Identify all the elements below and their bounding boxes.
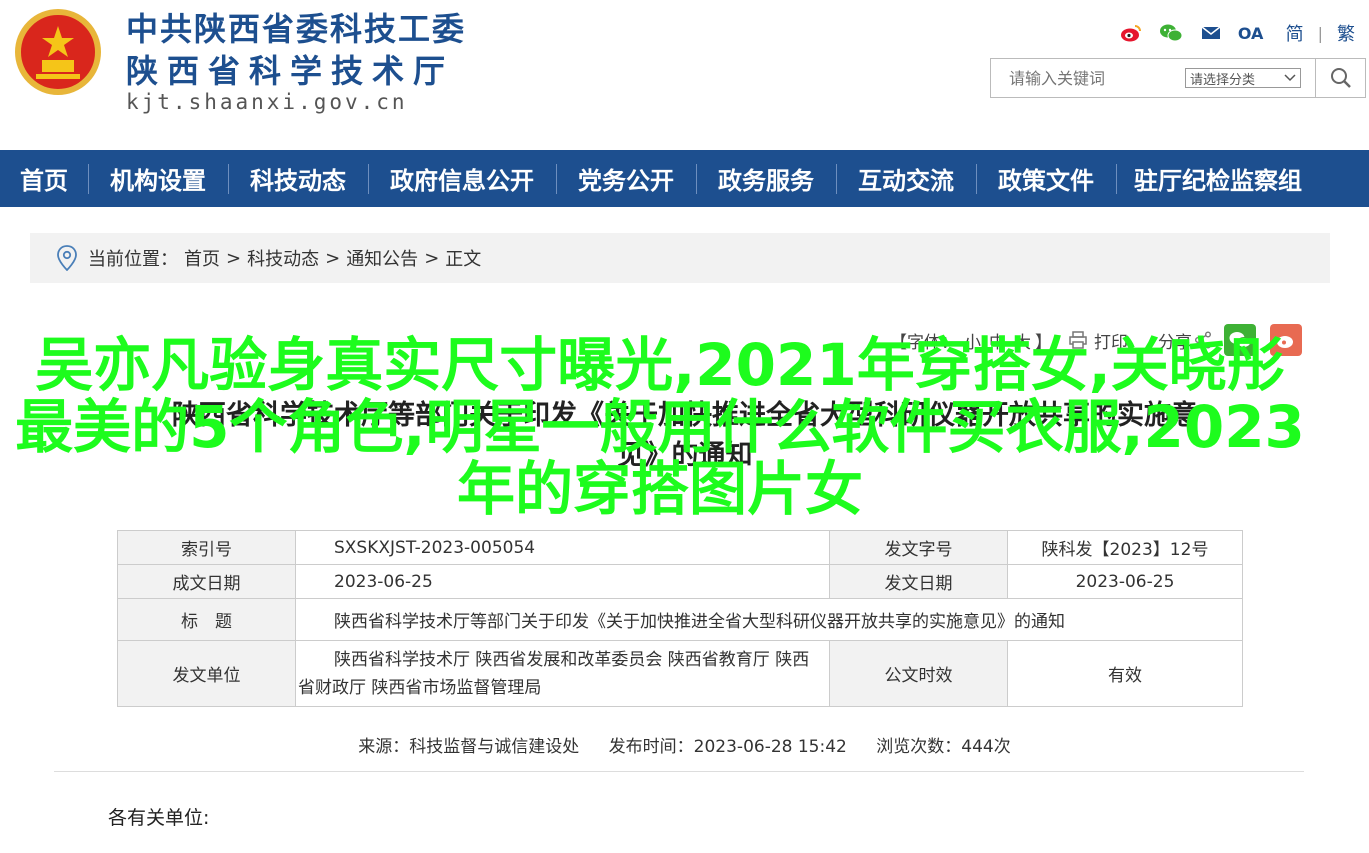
table-row: 成文日期 2023-06-25 发文日期 2023-06-25 xyxy=(117,564,1243,599)
breadcrumb-tech-news[interactable]: 科技动态 xyxy=(247,245,319,271)
article-source-info: 来源：科技监督与诚信建设处 发布时间：2023-06-28 15:42 浏览次数… xyxy=(0,732,1369,757)
nav-item-party-affairs[interactable]: 党务公开 xyxy=(556,150,696,207)
search-box: 请选择分类 xyxy=(990,58,1366,98)
docno-label: 发文字号 xyxy=(829,530,1008,565)
subject-value: 陕西省科学技术厅等部门关于印发《关于加快推进全省大型科研仪器开放共享的实施意见》… xyxy=(295,598,1243,641)
breadcrumb-current: 正文 xyxy=(445,249,482,270)
nav-item-gov-services[interactable]: 政务服务 xyxy=(696,150,836,207)
unit-label: 发文单位 xyxy=(117,640,296,707)
subject-label: 标 题 xyxy=(117,598,296,641)
site-header: 中共陕西省委科技工委 陕西省科学技术厅 kjt.shaanxi.gov.cn O… xyxy=(0,0,1369,150)
source-from: 来源：科技监督与诚信建设处 xyxy=(358,737,580,757)
category-select-label: 请选择分类 xyxy=(1190,72,1256,88)
table-row: 索引号 SXSKXJST-2023-005054 发文字号 陕科发【2023】1… xyxy=(117,530,1243,565)
chevron-down-icon xyxy=(1284,74,1296,82)
unit-value: 陕西省科学技术厅 陕西省发展和改革委员会 陕西省教育厅 陕西省财政厅 陕西省市场… xyxy=(295,640,830,707)
content-divider xyxy=(54,771,1304,772)
lang-separator: | xyxy=(1317,23,1323,43)
lang-traditional-link[interactable]: 繁 xyxy=(1337,20,1355,46)
validity-value: 有效 xyxy=(1007,640,1243,707)
search-icon xyxy=(1330,68,1351,88)
docno-value: 陕科发【2023】12号 xyxy=(1007,530,1243,565)
location-pin-icon xyxy=(57,245,77,271)
wechat-icon[interactable] xyxy=(1158,20,1184,46)
created-label: 成文日期 xyxy=(117,564,296,599)
issued-label: 发文日期 xyxy=(829,564,1008,599)
nav-item-home[interactable]: 首页 xyxy=(0,150,88,207)
breadcrumb-notices[interactable]: 通知公告 xyxy=(346,245,418,271)
site-title-line2: 陕西省科学技术厅 xyxy=(126,52,455,90)
breadcrumb: 当前位置： 首页 > 科技动态 > 通知公告 > 正文 xyxy=(30,233,1330,283)
nav-item-gov-info[interactable]: 政府信息公开 xyxy=(368,150,556,207)
site-title-line1: 中共陕西省委科技工委 xyxy=(126,10,467,48)
validity-label: 公文时效 xyxy=(829,640,1008,707)
main-nav: 首页 机构设置 科技动态 政府信息公开 党务公开 政务服务 互动交流 政策文件 … xyxy=(0,150,1369,207)
site-domain: kjt.shaanxi.gov.cn xyxy=(126,90,408,114)
search-input[interactable] xyxy=(1009,68,1179,88)
oa-link[interactable]: OA xyxy=(1238,20,1264,46)
breadcrumb-prefix: 当前位置： xyxy=(88,249,178,270)
lang-simplified-link[interactable]: 简 xyxy=(1286,20,1304,46)
index-value: SXSKXJST-2023-005054 xyxy=(295,530,830,565)
overlay-spam-text: 吴亦凡验身真实尺寸曝光,2021年穿搭女,关晓彤最美的5个角色,明星一般用什么软… xyxy=(15,331,1305,523)
nav-item-interaction[interactable]: 互动交流 xyxy=(836,150,976,207)
nav-item-inspection[interactable]: 驻厅纪检监察组 xyxy=(1116,150,1316,207)
category-select[interactable]: 请选择分类 xyxy=(1185,68,1301,88)
national-emblem-icon xyxy=(15,9,101,95)
source-published: 发布时间：2023-06-28 15:42 xyxy=(608,737,847,757)
header-icon-row: OA 简 | 繁 xyxy=(1118,20,1355,46)
search-button[interactable] xyxy=(1315,59,1365,97)
breadcrumb-separator: > xyxy=(424,247,440,269)
breadcrumb-separator: > xyxy=(226,247,242,269)
table-row: 标 题 陕西省科学技术厅等部门关于印发《关于加快推进全省大型科研仪器开放共享的实… xyxy=(117,598,1243,641)
weibo-icon[interactable] xyxy=(1118,20,1144,46)
table-row: 发文单位 陕西省科学技术厅 陕西省发展和改革委员会 陕西省教育厅 陕西省财政厅 … xyxy=(117,640,1243,707)
breadcrumb-home[interactable]: 首页 xyxy=(184,245,220,271)
nav-item-policy[interactable]: 政策文件 xyxy=(976,150,1116,207)
nav-item-tech-news[interactable]: 科技动态 xyxy=(228,150,368,207)
document-meta-table: 索引号 SXSKXJST-2023-005054 发文字号 陕科发【2023】1… xyxy=(117,530,1243,707)
created-value: 2023-06-25 xyxy=(295,564,830,599)
nav-item-organization[interactable]: 机构设置 xyxy=(88,150,228,207)
issued-value: 2023-06-25 xyxy=(1007,564,1243,599)
body-salutation: 各有关单位: xyxy=(108,807,210,829)
mail-icon[interactable] xyxy=(1198,20,1224,46)
breadcrumb-separator: > xyxy=(325,247,341,269)
index-label: 索引号 xyxy=(117,530,296,565)
source-views: 浏览次数：444次 xyxy=(876,737,1011,757)
